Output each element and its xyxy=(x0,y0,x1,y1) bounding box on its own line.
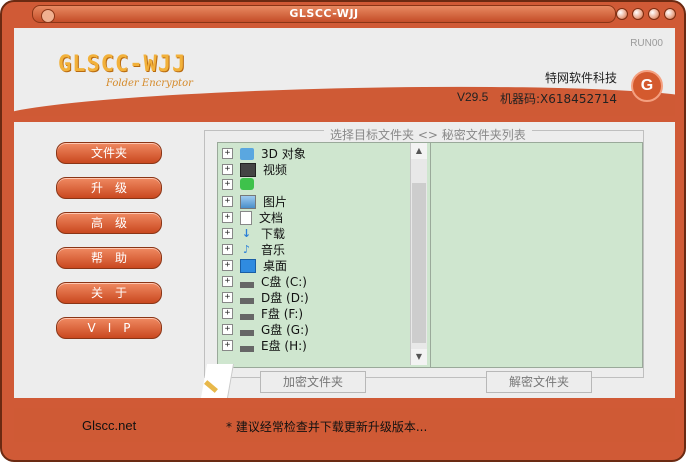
download-icon: ↓ xyxy=(241,226,252,240)
tree-item[interactable]: + G盘 (G:) xyxy=(222,321,309,337)
version-label: V29.5 xyxy=(457,90,489,104)
tree-item[interactable]: + 图片 xyxy=(222,193,287,209)
expand-icon[interactable]: + xyxy=(222,324,233,335)
expand-icon[interactable]: + xyxy=(222,276,233,287)
logo: GLSCC-WJJ xyxy=(58,52,187,77)
minimize-button[interactable] xyxy=(632,8,644,20)
website-label[interactable]: Glscc.net xyxy=(82,418,136,433)
tree-scrollbar[interactable]: ▲ ▼ xyxy=(410,143,427,365)
drive-icon xyxy=(239,275,254,288)
brand-badge-icon: G xyxy=(631,70,663,102)
video-icon xyxy=(239,162,256,177)
folder-tree[interactable]: + 3D 对象 + 视频 + + 图片 + 文档 + ↓ 下载 + ♪ 音乐 +… xyxy=(217,142,432,368)
company-name: 特网软件科技 xyxy=(544,71,617,85)
3d-objects-icon xyxy=(239,147,254,160)
expand-icon[interactable]: + xyxy=(222,196,233,207)
drive-icon xyxy=(239,291,254,304)
about-button[interactable]: 关 于 xyxy=(56,282,162,304)
app-window: GLSCC-WJJ GLSCC-WJJ Folder Encryptor RUN… xyxy=(0,0,686,462)
maximize-button[interactable] xyxy=(648,8,660,20)
tree-item[interactable]: + xyxy=(222,177,258,193)
expand-icon[interactable]: + xyxy=(222,212,233,223)
expand-icon[interactable]: + xyxy=(222,260,233,271)
decrypt-folder-button[interactable]: 解密文件夹 xyxy=(486,371,592,393)
tree-item[interactable]: + 文档 xyxy=(222,209,283,225)
drive-icon xyxy=(239,307,254,320)
expand-icon[interactable]: + xyxy=(222,292,233,303)
drive-icon xyxy=(239,339,254,352)
help-menu-button[interactable]: 帮 助 xyxy=(56,247,162,269)
pictures-icon xyxy=(239,194,256,209)
window-title: GLSCC-WJJ xyxy=(289,7,359,20)
scroll-up-icon[interactable]: ▲ xyxy=(411,143,427,159)
drive-icon xyxy=(239,323,254,336)
app-icon xyxy=(239,178,254,190)
expand-icon[interactable]: + xyxy=(222,178,233,190)
upgrade-button[interactable]: 升 级 xyxy=(56,177,162,199)
tree-item[interactable]: + D盘 (D:) xyxy=(222,289,309,305)
expand-icon[interactable]: + xyxy=(222,228,233,239)
tree-item[interactable]: + C盘 (C:) xyxy=(222,273,307,289)
tree-item[interactable]: + E盘 (H:) xyxy=(222,337,307,353)
expand-icon[interactable]: + xyxy=(222,308,233,319)
scroll-thumb[interactable] xyxy=(412,183,426,343)
tree-item[interactable]: + 3D 对象 xyxy=(222,145,306,161)
tree-item[interactable]: + F盘 (F:) xyxy=(222,305,303,321)
main-body: 文件夹 升 级 高 级 帮 助 关 于 V I P 选择目标文件夹 <> 秘密文… xyxy=(14,122,675,398)
advanced-button[interactable]: 高 级 xyxy=(56,212,162,234)
secret-folder-list[interactable] xyxy=(430,142,643,368)
encrypt-folder-button[interactable]: 加密文件夹 xyxy=(260,371,366,393)
run-tag: RUN00 xyxy=(630,38,663,49)
music-icon: ♪ xyxy=(242,242,251,256)
help-button[interactable] xyxy=(616,8,628,20)
expand-icon[interactable]: + xyxy=(222,164,233,175)
folder-button[interactable]: 文件夹 xyxy=(56,142,162,164)
frame-title: 选择目标文件夹 <> 秘密文件夹列表 xyxy=(324,126,532,143)
documents-icon xyxy=(239,210,252,225)
status-message: * 建议经常检查并下载更新升级版本... xyxy=(226,420,428,434)
expand-icon[interactable]: + xyxy=(222,244,233,255)
expand-icon[interactable]: + xyxy=(222,148,233,159)
tree-item[interactable]: + 桌面 xyxy=(222,257,287,273)
status-bar: Glscc.net * 建议经常检查并下载更新升级版本... xyxy=(14,408,675,442)
tree-item[interactable]: + 视频 xyxy=(222,161,287,177)
title-bar[interactable]: GLSCC-WJJ xyxy=(32,5,616,23)
desktop-icon xyxy=(239,258,256,273)
header-banner: GLSCC-WJJ Folder Encryptor RUN00 特网软件科技 … xyxy=(14,28,675,116)
logo-subtitle: Folder Encryptor xyxy=(106,78,193,89)
scroll-down-icon[interactable]: ▼ xyxy=(411,349,427,365)
tree-item[interactable]: + ↓ 下载 xyxy=(222,225,285,241)
machine-code: 机器码:X618452714 xyxy=(500,92,617,106)
tree-item[interactable]: + ♪ 音乐 xyxy=(222,241,285,257)
close-button[interactable] xyxy=(664,8,676,20)
vip-button[interactable]: V I P xyxy=(56,317,162,339)
expand-icon[interactable]: + xyxy=(222,340,233,351)
